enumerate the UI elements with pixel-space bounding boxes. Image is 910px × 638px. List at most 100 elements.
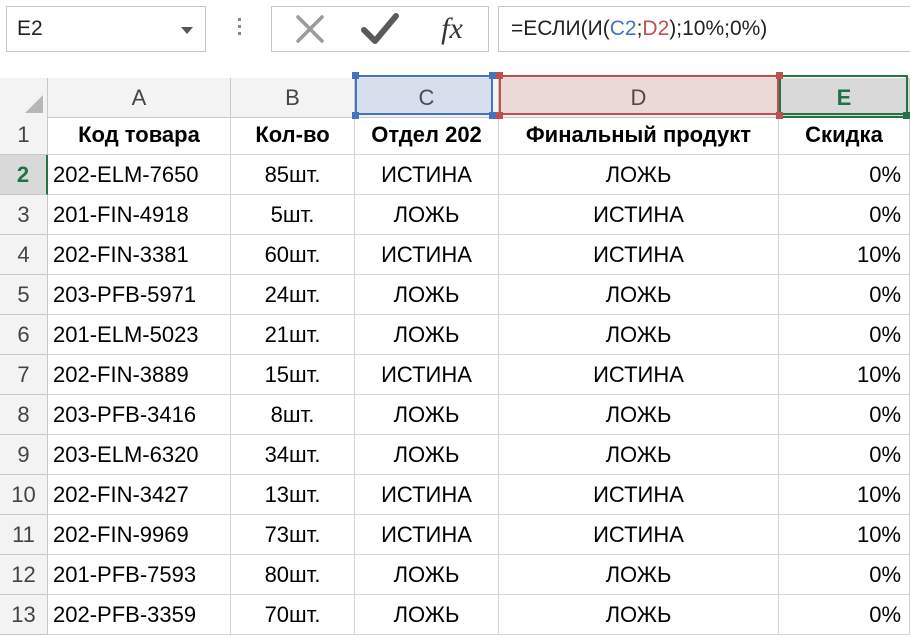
cell-final-product-flag[interactable]: ИСТИНА [499,195,779,235]
cell-quantity[interactable]: 80шт. [231,555,355,595]
cell-department-flag[interactable]: ИСТИНА [355,515,499,555]
enter-button[interactable] [350,7,410,51]
cell-product-code[interactable]: 201-ELM-5023 [48,315,231,355]
select-all-corner[interactable] [0,78,48,118]
header-final-product[interactable]: Финальный продукт [499,115,779,155]
formula-input[interactable]: =ЕСЛИ(И(C2;D2);10%;0%) [498,6,910,52]
name-box[interactable]: E2 [6,6,206,52]
resize-handle[interactable] [496,112,503,119]
cell-final-product-flag[interactable]: ЛОЖЬ [499,315,779,355]
header-quantity[interactable]: Кол-во [231,115,355,155]
row-header[interactable]: 13 [0,595,48,635]
cell-quantity[interactable]: 85шт. [231,155,355,195]
resize-handle[interactable] [352,72,359,79]
cell-discount[interactable]: 0% [779,315,910,355]
drag-handle-icon[interactable] [236,14,242,42]
cell-product-code[interactable]: 201-PFB-7593 [48,555,231,595]
cell-final-product-flag[interactable]: ИСТИНА [499,355,779,395]
row-header[interactable]: 3 [0,195,48,235]
cell-quantity[interactable]: 15шт. [231,355,355,395]
table-header-row: 1 Код товара Кол-во Отдел 202 Финальный … [0,115,910,155]
row-header[interactable]: 6 [0,315,48,355]
cell-final-product-flag[interactable]: ЛОЖЬ [499,435,779,475]
reference-highlight-d2 [499,75,779,115]
cell-discount[interactable]: 0% [779,275,910,315]
cell-product-code[interactable]: 202-FIN-3889 [48,355,231,395]
cell-product-code[interactable]: 202-PFB-3359 [48,595,231,635]
resize-handle[interactable] [776,72,783,79]
row-header[interactable]: 11 [0,515,48,555]
cell-discount[interactable]: 0% [779,155,910,195]
cell-quantity[interactable]: 5шт. [231,195,355,235]
cell-quantity[interactable]: 34шт. [231,435,355,475]
cancel-button[interactable] [280,7,340,51]
chevron-down-icon[interactable] [181,27,193,34]
resize-handle[interactable] [776,112,783,119]
cell-product-code[interactable]: 201-FIN-4918 [48,195,231,235]
cell-quantity[interactable]: 60шт. [231,235,355,275]
cell-product-code[interactable]: 202-FIN-3381 [48,235,231,275]
cell-quantity[interactable]: 21шт. [231,315,355,355]
column-header-a[interactable]: A [48,78,231,118]
cell-quantity[interactable]: 24шт. [231,275,355,315]
header-product-code[interactable]: Код товара [48,115,231,155]
cell-product-code[interactable]: 202-ELM-7650 [48,155,231,195]
cell-department-flag[interactable]: ИСТИНА [355,475,499,515]
cell-final-product-flag[interactable]: ИСТИНА [499,515,779,555]
row-header[interactable]: 5 [0,275,48,315]
cell-final-product-flag[interactable]: ЛОЖЬ [499,555,779,595]
cell-department-flag[interactable]: ИСТИНА [355,355,499,395]
cell-final-product-flag[interactable]: ЛОЖЬ [499,395,779,435]
row-header[interactable]: 4 [0,235,48,275]
cell-discount[interactable]: 0% [779,595,910,635]
row-header[interactable]: 2 [0,155,48,195]
header-department[interactable]: Отдел 202 [355,115,499,155]
row-header[interactable]: 8 [0,395,48,435]
resize-handle[interactable] [352,112,359,119]
cell-product-code[interactable]: 203-PFB-3416 [48,395,231,435]
cell-department-flag[interactable]: ИСТИНА [355,155,499,195]
resize-handle[interactable] [496,72,503,79]
row-header-1[interactable]: 1 [0,115,48,155]
cell-final-product-flag[interactable]: ЛОЖЬ [499,595,779,635]
row-header[interactable]: 9 [0,435,48,475]
cell-discount[interactable]: 10% [779,355,910,395]
cell-department-flag[interactable]: ЛОЖЬ [355,435,499,475]
cell-quantity[interactable]: 8шт. [231,395,355,435]
cell-discount[interactable]: 10% [779,475,910,515]
formula-ref-d2: D2 [642,17,670,40]
header-discount[interactable]: Скидка [779,115,910,155]
cell-department-flag[interactable]: ЛОЖЬ [355,595,499,635]
cell-product-code[interactable]: 202-FIN-3427 [48,475,231,515]
cell-product-code[interactable]: 202-FIN-9969 [48,515,231,555]
cell-discount[interactable]: 0% [779,395,910,435]
cell-quantity[interactable]: 13шт. [231,475,355,515]
cell-product-code[interactable]: 203-PFB-5971 [48,275,231,315]
cell-department-flag[interactable]: ЛОЖЬ [355,555,499,595]
column-header-b[interactable]: B [231,78,355,118]
resize-handle[interactable] [489,72,496,79]
cell-discount[interactable]: 0% [779,195,910,235]
resize-handle[interactable] [489,112,496,119]
cell-discount[interactable]: 10% [779,515,910,555]
cell-quantity[interactable]: 73шт. [231,515,355,555]
insert-function-button[interactable]: fx [422,7,482,51]
cell-department-flag[interactable]: ЛОЖЬ [355,315,499,355]
cell-department-flag[interactable]: ЛОЖЬ [355,275,499,315]
row-header[interactable]: 7 [0,355,48,395]
cell-final-product-flag[interactable]: ИСТИНА [499,475,779,515]
fill-handle[interactable] [903,112,910,119]
cell-product-code[interactable]: 203-ELM-6320 [48,435,231,475]
cell-final-product-flag[interactable]: ЛОЖЬ [499,275,779,315]
cell-discount[interactable]: 0% [779,555,910,595]
cell-department-flag[interactable]: ИСТИНА [355,235,499,275]
cell-discount[interactable]: 10% [779,235,910,275]
cell-department-flag[interactable]: ЛОЖЬ [355,195,499,235]
cell-department-flag[interactable]: ЛОЖЬ [355,395,499,435]
row-header[interactable]: 10 [0,475,48,515]
cell-final-product-flag[interactable]: ЛОЖЬ [499,155,779,195]
row-header[interactable]: 12 [0,555,48,595]
cell-final-product-flag[interactable]: ИСТИНА [499,235,779,275]
cell-discount[interactable]: 0% [779,435,910,475]
cell-quantity[interactable]: 70шт. [231,595,355,635]
